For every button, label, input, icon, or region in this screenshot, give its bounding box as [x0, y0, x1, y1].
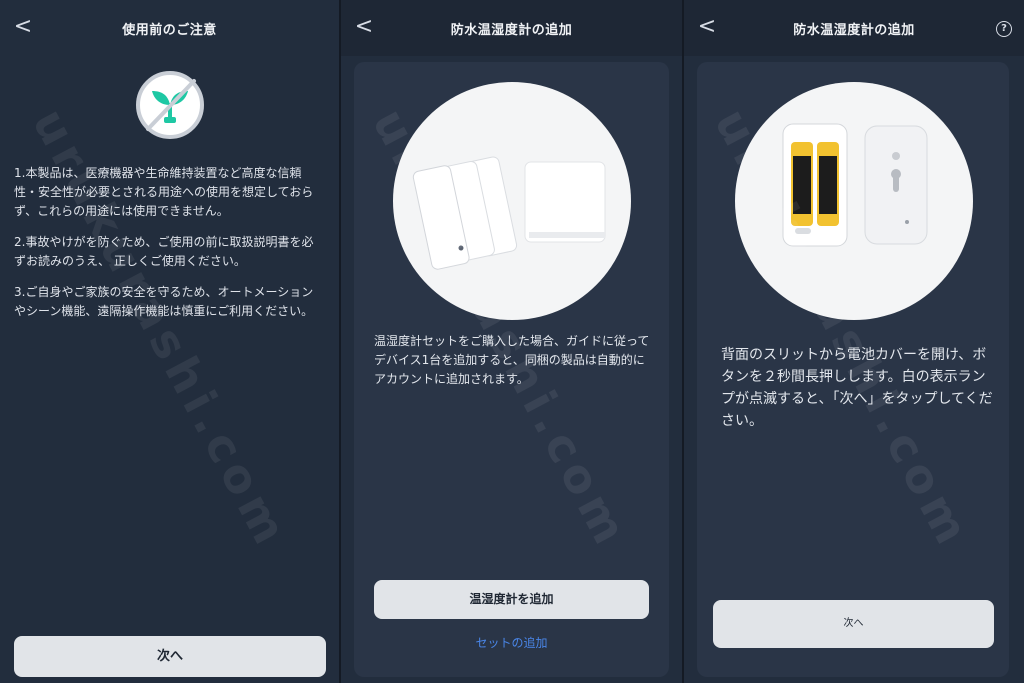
header: < 防水温湿度計の追加 ? — [684, 0, 1024, 56]
description: 温湿度計セットをご購入した場合、ガイドに従ってデバイス1台を追加すると、同梱の製… — [374, 334, 650, 386]
back-icon[interactable]: < — [12, 14, 34, 40]
note-1: 1.本製品は、医療機器や生命維持装置など高度な信頼性・安全性が必要とされる用途へ… — [14, 166, 314, 218]
product-image — [393, 82, 631, 320]
content-card: 温湿度計セットをご購入した場合、ガイドに従ってデバイス1台を追加すると、同梱の製… — [354, 62, 669, 677]
thermo-hygrometer-set-illustration — [412, 156, 606, 270]
content-card: 背面のスリットから電池カバーを開け、ボタンを２秒間長押しします。白の表示ランプが… — [697, 62, 1009, 677]
note-3: 3.ご自身やご家族の安全を守るため、オートメーションやシーン機能、遠隔操作機能は… — [14, 285, 314, 318]
description: 背面のスリットから電池カバーを開け、ボタンを２秒間長押しします。白の表示ランプが… — [721, 347, 993, 429]
help-icon[interactable]: ? — [996, 21, 1012, 37]
add-hygrometer-button[interactable]: 温湿度計を追加 — [374, 580, 649, 619]
page-title: 使用前のご注意 — [122, 23, 217, 38]
header: < 使用前のご注意 — [0, 0, 339, 56]
precaution-notes: 1.本製品は、医療機器や生命維持装置など高度な信頼性・安全性が必要とされる用途へ… — [14, 164, 324, 333]
screen-add-hygrometer: < 防水温湿度計の追加 温湿度計セットをご購入した場合、ガイドに従ってデバイス1… — [341, 0, 682, 683]
next-button[interactable]: 次へ — [14, 636, 326, 677]
back-icon[interactable]: < — [353, 14, 375, 40]
page-title: 防水温湿度計の追加 — [450, 23, 573, 38]
screen-precautions: < 使用前のご注意 1.本製品は、医療機器や生命維持装置など高度な信頼性・安全性… — [0, 0, 339, 683]
header: < 防水温湿度計の追加 — [341, 0, 682, 56]
no-plant-icon — [136, 71, 204, 139]
next-button[interactable]: 次へ — [713, 600, 994, 648]
screen-battery-setup: < 防水温湿度計の追加 ? 背面のスリットから電池カバーを開け、ボタンを２秒間長… — [684, 0, 1024, 683]
note-2: 2.事故やけがを防ぐため、ご使用の前に取扱説明書を必ずお読みのうえ、 正しくご使… — [14, 235, 314, 268]
product-image — [735, 82, 973, 320]
page-title: 防水温湿度計の追加 — [793, 23, 915, 38]
add-set-link[interactable]: セットの追加 — [374, 634, 649, 651]
back-icon[interactable]: < — [696, 14, 718, 40]
battery-compartment-illustration — [782, 123, 928, 247]
